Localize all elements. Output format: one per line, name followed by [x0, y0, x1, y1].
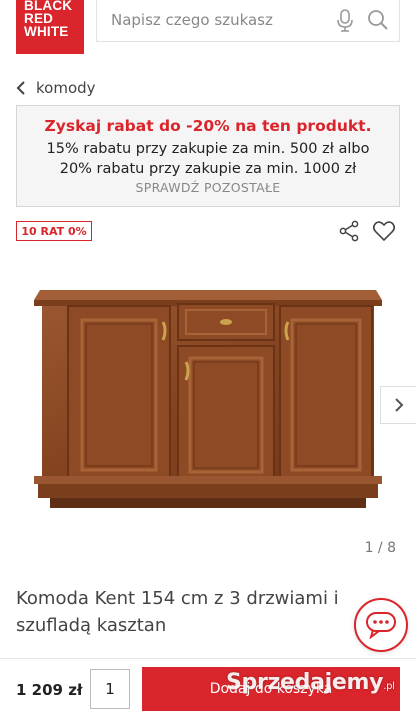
- microphone-icon[interactable]: [335, 9, 355, 33]
- search-icon[interactable]: [367, 9, 389, 31]
- chevron-left-icon: [16, 81, 25, 95]
- gallery-counter: 1 / 8: [364, 540, 396, 556]
- promo-more-link[interactable]: SPRAWDŹ POZOSTAŁE: [17, 180, 399, 195]
- product-image[interactable]: [30, 280, 386, 530]
- purchase-bar: 1 209 zł Dodaj do koszyka: [0, 658, 416, 721]
- chevron-right-icon: [394, 398, 403, 412]
- promo-box: Zyskaj rabat do -20% na ten produkt. 15%…: [16, 105, 400, 207]
- gallery-next-button[interactable]: [380, 386, 416, 424]
- logo-line-3: WHITE: [24, 24, 69, 39]
- heart-icon[interactable]: [372, 220, 396, 242]
- search-input[interactable]: [111, 8, 321, 32]
- add-to-cart-button[interactable]: Dodaj do koszyka: [142, 667, 400, 711]
- breadcrumb-back-link[interactable]: komody: [16, 76, 96, 100]
- product-title: Komoda Kent 154 cm z 3 drzwiami i szufla…: [16, 588, 339, 636]
- brand-logo[interactable]: BLACK RED WHITE: [16, 0, 84, 54]
- search-bar: [96, 0, 400, 42]
- installments-badge: 10 RAT 0%: [16, 221, 92, 241]
- quantity-input[interactable]: [90, 669, 130, 709]
- breadcrumb-label: komody: [36, 79, 96, 97]
- product-price: 1 209 zł: [16, 681, 83, 699]
- promo-text: 15% rabatu przy zakupie za min. 500 zł a…: [46, 141, 370, 177]
- promo-title: Zyskaj rabat do -20% na ten produkt.: [44, 117, 372, 135]
- header: BLACK RED WHITE: [0, 0, 416, 56]
- share-icon[interactable]: [338, 220, 360, 242]
- chat-icon: [366, 612, 396, 639]
- chat-button[interactable]: [354, 598, 408, 652]
